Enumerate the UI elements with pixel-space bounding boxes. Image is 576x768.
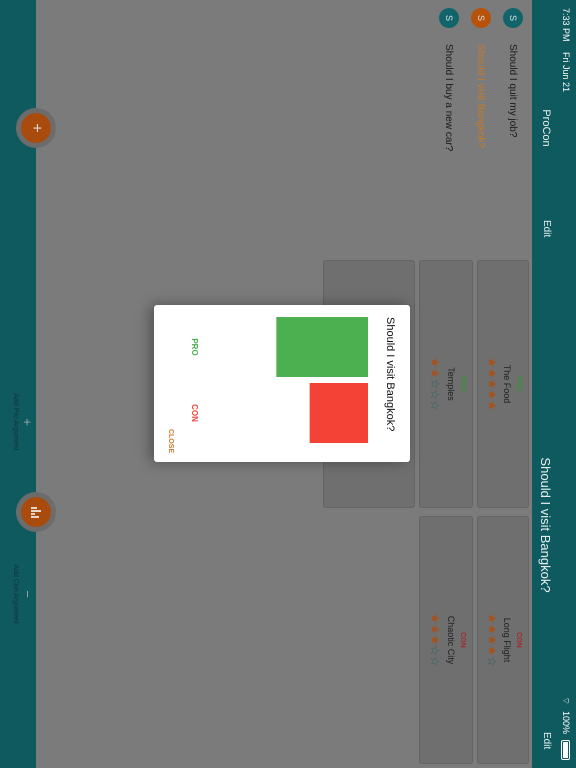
- argument-type: CON: [459, 632, 466, 648]
- star-filled-icon[interactable]: ★: [485, 400, 499, 411]
- battery-icon: [561, 740, 571, 760]
- detail-title: Should I visit Bangkok?: [538, 457, 553, 593]
- star-empty-icon[interactable]: ☆: [428, 379, 442, 390]
- edit-questions-button[interactable]: Edit: [541, 220, 552, 237]
- star-filled-icon[interactable]: ★: [428, 357, 442, 368]
- star-filled-icon[interactable]: ★: [485, 635, 499, 646]
- add-pro-label: Add Pro Argument: [12, 393, 19, 451]
- battery-percent: 100%: [561, 710, 571, 734]
- star-filled-icon[interactable]: ★: [485, 357, 499, 368]
- question-text: Should I quit my job?: [507, 44, 519, 138]
- argument-card-pro[interactable]: PRO The Food ★★★★★: [477, 260, 529, 508]
- edit-arguments-button[interactable]: Edit: [541, 732, 552, 749]
- navigation-bar: ProCon Edit Should I visit Bangkok? Edit: [532, 0, 556, 768]
- question-item-selected[interactable]: S Should I visit Bangkok?: [464, 0, 498, 256]
- value-label: 38.9%: [310, 418, 319, 441]
- question-avatar: S: [503, 8, 523, 28]
- star-empty-icon[interactable]: ☆: [428, 645, 442, 656]
- rating-stars[interactable]: ★★★★★: [485, 261, 499, 507]
- argument-card-con[interactable]: CON Long Flight ★★★★☆: [477, 516, 529, 764]
- question-text: Should I visit Bangkok?: [475, 44, 487, 148]
- rating-stars[interactable]: ★★☆☆☆: [428, 261, 442, 507]
- star-empty-icon[interactable]: ☆: [428, 656, 442, 667]
- star-filled-icon[interactable]: ★: [485, 389, 499, 400]
- minus-icon: −: [20, 590, 35, 598]
- close-button[interactable]: CLOSE: [167, 429, 174, 453]
- argument-title: The Food: [502, 364, 512, 404]
- result-bar-chart: 61.1% PRO 38.9% CON: [190, 317, 368, 443]
- add-question-button[interactable]: +: [21, 113, 51, 143]
- question-text: Should I buy a new car?: [443, 44, 455, 152]
- rating-stars[interactable]: ★★★★☆: [485, 517, 499, 763]
- plus-icon: +: [28, 123, 45, 133]
- star-empty-icon[interactable]: ☆: [485, 656, 499, 667]
- argument-title: Long Flight: [502, 617, 512, 663]
- star-empty-icon[interactable]: ☆: [428, 389, 442, 400]
- star-filled-icon[interactable]: ★: [485, 613, 499, 624]
- argument-card-con[interactable]: CON Chaotic City ★★★☆☆: [419, 516, 473, 764]
- status-date: Fri Jun 21: [561, 52, 571, 93]
- add-pro-argument-button[interactable]: + Add Pro Argument: [12, 362, 35, 482]
- question-avatar: S: [471, 8, 491, 28]
- app-title: ProCon: [540, 109, 552, 147]
- add-con-argument-button[interactable]: − Add Con Argument: [12, 534, 35, 654]
- argument-title: Chaotic City: [446, 615, 456, 665]
- status-time: 7:33 PM: [561, 8, 571, 42]
- question-item[interactable]: S Should I buy a new car?: [432, 0, 466, 256]
- star-filled-icon[interactable]: ★: [428, 635, 442, 646]
- category-label: PRO: [190, 338, 199, 355]
- question-list: S Should I quit my job? S Should I visit…: [36, 0, 532, 256]
- argument-title: Temples: [446, 367, 456, 401]
- star-filled-icon[interactable]: ★: [485, 624, 499, 635]
- screen: 7:33 PM Fri Jun 21 ⌔ 100% ProCon Edit Sh…: [0, 0, 576, 768]
- plus-icon: +: [20, 418, 35, 426]
- argument-type: PRO: [459, 376, 466, 392]
- star-filled-icon[interactable]: ★: [485, 379, 499, 390]
- rating-stars[interactable]: ★★★☆☆: [428, 517, 442, 763]
- star-filled-icon[interactable]: ★: [428, 368, 442, 379]
- bar-pro: [276, 317, 368, 377]
- argument-type: PRO: [515, 376, 522, 392]
- bar-chart-icon: [31, 506, 41, 518]
- argument-type: CON: [515, 632, 522, 648]
- star-filled-icon[interactable]: ★: [485, 368, 499, 379]
- star-empty-icon[interactable]: ☆: [428, 400, 442, 411]
- result-dialog: Should I visit Bangkok? 61.1% PRO 38.9% CON…: [154, 305, 410, 462]
- star-filled-icon[interactable]: ★: [485, 645, 499, 656]
- show-stats-button[interactable]: [21, 497, 51, 527]
- app-landscape: 7:33 PM Fri Jun 21 ⌔ 100% ProCon Edit Sh…: [0, 0, 576, 768]
- add-con-label: Add Con Argument: [12, 564, 19, 624]
- category-label: CON: [190, 404, 199, 422]
- argument-card-pro[interactable]: PRO Temples ★★☆☆☆: [419, 260, 473, 508]
- value-label: 61.1%: [276, 352, 285, 375]
- wifi-icon: ⌔: [561, 696, 572, 705]
- status-bar: 7:33 PM Fri Jun 21 ⌔ 100%: [556, 0, 576, 768]
- question-item[interactable]: S Should I quit my job?: [496, 0, 530, 256]
- dialog-title: Should I visit Bangkok?: [384, 317, 396, 432]
- question-avatar: S: [439, 8, 459, 28]
- star-filled-icon[interactable]: ★: [428, 624, 442, 635]
- star-filled-icon[interactable]: ★: [428, 613, 442, 624]
